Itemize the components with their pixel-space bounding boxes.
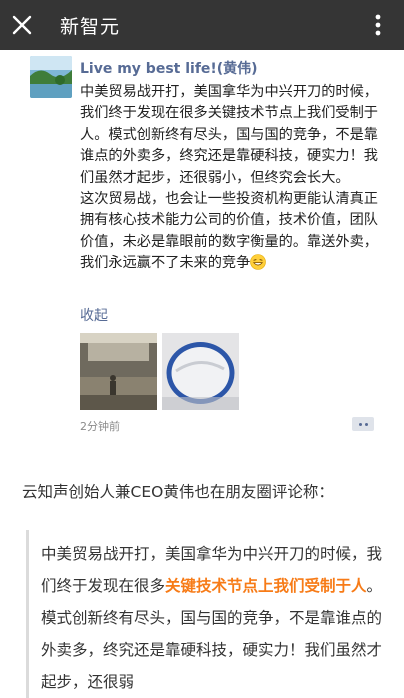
comment-dots-icon xyxy=(358,422,362,426)
photo-image-1 xyxy=(80,333,157,410)
moments-post: Live my best life!(黄伟) 中美贸易战开打，美国拿华为中兴开刀… xyxy=(22,50,382,440)
close-icon xyxy=(12,15,32,35)
page-title: 新智元 xyxy=(60,15,121,38)
photo-image-2 xyxy=(162,333,239,410)
quote-highlight: 关键技术节点上我们受制于人 xyxy=(165,577,367,595)
quote-text: 中美贸易战开打，美国拿华为中兴开刀的时候，我们终于发现在很多关键技术节点上我们受… xyxy=(41,538,395,698)
post-text: 中美贸易战开打，美国拿华为中兴开刀的时候，我们终于发现在很多关键技术节点上我们受… xyxy=(80,82,380,275)
collapse-link[interactable]: 收起 xyxy=(80,305,108,325)
post-photo-2[interactable] xyxy=(162,333,239,410)
close-button[interactable] xyxy=(0,0,44,50)
avatar[interactable] xyxy=(30,56,72,98)
grin-emoji-icon xyxy=(250,254,267,271)
more-vertical-icon xyxy=(375,14,381,36)
avatar-image xyxy=(30,56,72,98)
post-body: 中美贸易战开打，美国拿华为中兴开刀的时候，我们终于发现在很多关键技术节点上我们受… xyxy=(80,84,378,272)
post-timestamp: 2分钟前 xyxy=(80,420,120,433)
more-button[interactable] xyxy=(366,0,390,50)
article-paragraph: 云知声创始人兼CEO黄伟也在朋友圈评论称： xyxy=(22,483,334,501)
comment-button[interactable] xyxy=(352,417,374,431)
top-bar: 新智元 xyxy=(0,0,404,50)
blockquote: 中美贸易战开打，美国拿华为中兴开刀的时候，我们终于发现在很多关键技术节点上我们受… xyxy=(26,530,404,698)
post-photo-1[interactable] xyxy=(80,333,157,410)
post-author[interactable]: Live my best life!(黄伟) xyxy=(80,58,258,78)
comment-dot xyxy=(364,422,368,426)
